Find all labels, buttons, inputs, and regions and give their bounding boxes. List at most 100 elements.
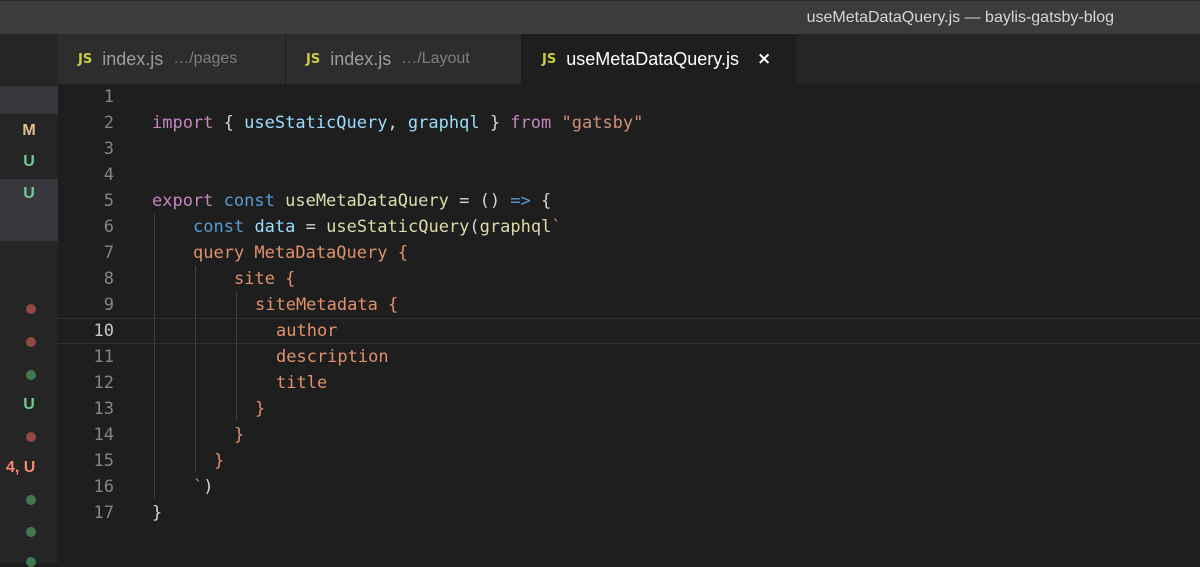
graphql-text: author [276,321,338,341]
punctuation: { [213,113,245,133]
code-text: const data = useStaticQuery(graphql` [193,214,562,240]
tab-label: index.js [102,48,164,69]
git-untracked-badge: U [23,185,35,202]
title-bar: useMetaDataQuery.js — baylis-gatsby-blog [0,0,1200,35]
untracked-dot-icon [26,527,36,537]
code-text: import { useStaticQuery, graphql } from … [152,110,643,136]
untracked-dot-icon [26,370,36,380]
code-editor[interactable]: 1 2 import { useStaticQuery, graphql } f… [58,84,1200,563]
identifier: graphql [407,113,480,133]
function-name: graphql [479,217,552,237]
error-dot-icon [26,337,36,347]
graphql-text: } [255,399,266,419]
code-text: `) [193,474,214,500]
code-line[interactable]: 4 [58,162,1200,188]
line-number: 12 [93,373,114,393]
line-number: 2 [103,113,114,133]
tab-index-layout[interactable]: JS index.js …/Layout [286,34,522,84]
string: "gatsby" [561,113,644,133]
keyword: from [510,113,552,133]
line-number: 5 [103,191,114,211]
line-number: 8 [103,269,114,289]
code-line[interactable]: 11 description [58,344,1200,370]
code-line[interactable]: 7 query MetaDataQuery { [58,240,1200,266]
code-line[interactable]: 12 title [58,370,1200,396]
graphql-text: description [276,347,389,367]
template-tick: ` [551,217,562,237]
graphql-text: title [276,373,328,393]
line-number: 9 [103,295,114,315]
code-line[interactable]: 15 } [58,448,1200,474]
untracked-dot-icon [26,557,36,567]
graphql-text: } [234,425,245,445]
punctuation: , [387,113,408,133]
line-number: 17 [93,503,114,523]
punctuation: = [295,217,327,237]
tab-path: …/Layout [401,50,470,67]
function-name: useMetaDataQuery [285,191,449,211]
javascript-file-icon: JS [542,51,557,67]
punctuation: ) [203,477,214,497]
code-line[interactable]: 6 const data = useStaticQuery(graphql` [58,214,1200,240]
error-dot-icon [26,432,36,442]
function-name: useStaticQuery [326,217,470,237]
graphql-text: site { [234,269,296,289]
line-number: 3 [103,139,114,159]
code-line[interactable]: 2 import { useStaticQuery, graphql } fro… [58,110,1200,136]
code-line[interactable]: 17 } [58,500,1200,526]
code-line[interactable]: 8 site { [58,266,1200,292]
code-text: } [152,503,163,523]
close-icon[interactable]: × [757,49,771,69]
untracked-dot-icon [26,495,36,505]
line-number: 15 [93,451,114,471]
window-title: useMetaDataQuery.js — baylis-gatsby-blog [806,9,1114,26]
code-line[interactable]: 14 } [58,422,1200,448]
template-tick: ` [193,477,204,497]
git-untracked-badge: U [23,153,35,170]
code-line[interactable]: 9 siteMetadata { [58,292,1200,318]
code-line[interactable]: 1 [58,84,1200,110]
tab-bar: JS index.js …/pages JS index.js …/Layout… [58,34,1200,84]
graphql-text: query MetaDataQuery { [193,243,408,263]
line-number: 1 [103,87,114,107]
identifier: data [254,217,296,237]
punctuation: { [530,191,552,211]
code-line-current[interactable]: 10 author [58,318,1200,344]
line-number: 4 [103,165,114,185]
graphql-text: siteMetadata { [255,295,399,315]
tab-label: useMetaDataQuery.js [566,48,739,69]
javascript-file-icon: JS [306,51,321,67]
tab-label: index.js [330,48,392,69]
line-number: 10 [93,321,114,341]
error-dot-icon [26,304,36,314]
identifier: useStaticQuery [244,113,388,133]
explorer-sidebar: M U U U 4, U [0,34,58,567]
keyword: import [152,113,214,133]
line-number: 16 [93,477,114,497]
explorer-selected-row[interactable] [0,86,58,114]
code-line[interactable]: 16 `) [58,474,1200,500]
problem-count-badge: 4, U [6,459,36,476]
storage-keyword: const [223,191,275,211]
line-number: 11 [93,347,114,367]
tab-index-pages[interactable]: JS index.js …/pages [58,34,286,84]
code-line[interactable]: 3 [58,136,1200,162]
javascript-file-icon: JS [78,51,93,67]
code-line[interactable]: 13 } [58,396,1200,422]
storage-keyword: const [193,217,245,237]
arrow-operator: => [510,191,531,211]
git-modified-badge: M [22,122,36,139]
punctuation: = () [448,191,511,211]
code-line[interactable]: 5 export const useMetaDataQuery = () => … [58,188,1200,214]
line-number: 6 [103,217,114,237]
graphql-text: } [214,451,225,471]
tab-path: …/pages [173,50,238,67]
git-untracked-badge: U [23,396,35,413]
keyword: export [152,191,214,211]
line-number: 7 [103,243,114,263]
tab-usemetadataquery[interactable]: JS useMetaDataQuery.js × [522,34,796,84]
